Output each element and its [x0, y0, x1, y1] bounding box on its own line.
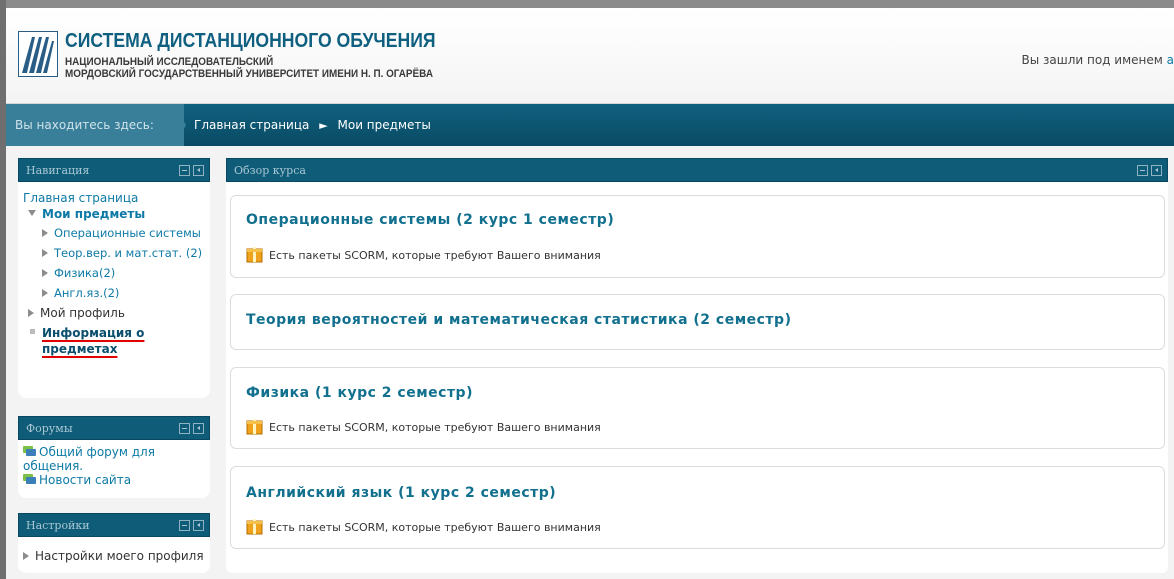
hide-block-icon[interactable]	[1137, 165, 1148, 176]
forum-link[interactable]: Новости сайта	[39, 473, 131, 487]
collapsed-arrow-icon[interactable]	[42, 229, 48, 237]
navigation-tree: Главная страница Мои предметы Операционн…	[18, 182, 210, 365]
dock-block-icon[interactable]	[193, 520, 204, 531]
course-overview-title: Обзор курса	[234, 164, 306, 177]
block-controls	[176, 165, 204, 189]
scorm-notice: Есть пакеты SCORM, которые требуют Вашег…	[246, 418, 601, 435]
breadcrumb-arrow-shape	[174, 104, 186, 146]
site-subtitle: НАЦИОНАЛЬНЫЙ ИССЛЕДОВАТЕЛЬСКИЙ МОРДОВСКИ…	[65, 56, 433, 80]
scorm-notice-text[interactable]: Есть пакеты SCORM, которые требуют Вашег…	[269, 249, 601, 262]
course-overview-panel: Обзор курса Операционные системы (2 курс…	[226, 158, 1168, 573]
expanded-arrow-icon[interactable]	[28, 210, 36, 216]
dock-block-icon[interactable]	[1151, 165, 1162, 176]
bullet-icon	[30, 329, 35, 334]
hide-block-icon[interactable]	[179, 520, 190, 531]
course-card: Операционные системы (2 курс 1 семестр) …	[230, 195, 1165, 278]
course-overview-header: Обзор курса	[226, 158, 1168, 182]
collapsed-arrow-icon[interactable]	[23, 552, 29, 560]
forums-block-title: Форумы	[26, 422, 73, 435]
navigation-block: Навигация Главная страница Мои предметы …	[18, 158, 210, 398]
scorm-notice: Есть пакеты SCORM, которые требуют Вашег…	[246, 518, 601, 535]
course-title-link[interactable]: Операционные системы (2 курс 1 семестр)	[246, 212, 614, 228]
university-logo-icon	[18, 31, 58, 77]
breadcrumb-label: Вы находитесь здесь:	[6, 104, 184, 146]
window-frame-top	[0, 0, 1174, 8]
course-card: Физика (1 курс 2 семестр) Есть пакеты SC…	[230, 367, 1165, 449]
navigation-block-header: Навигация	[18, 158, 210, 182]
breadcrumb-separator-icon: ►	[319, 119, 328, 132]
course-card: Теория вероятностей и математическая ста…	[230, 294, 1165, 350]
scorm-notice-text[interactable]: Есть пакеты SCORM, которые требуют Вашег…	[269, 421, 601, 434]
nav-course-link[interactable]: Теор.вер. и мат.стат. (2)	[54, 246, 202, 260]
forum-link[interactable]: Общий форум для общения.	[23, 445, 155, 473]
hide-block-icon[interactable]	[179, 423, 190, 434]
course-card: Английский язык (1 курс 2 семестр) Есть …	[230, 466, 1165, 549]
scorm-package-icon	[246, 247, 263, 263]
forums-list: Общий форум для общения. Новости сайта	[18, 440, 210, 495]
breadcrumb: Главная страница ► Мои предметы	[194, 104, 431, 147]
collapsed-arrow-icon[interactable]	[42, 249, 48, 257]
block-controls	[176, 423, 204, 447]
breadcrumb-home-link[interactable]: Главная страница	[194, 118, 309, 132]
profile-settings-item[interactable]: Настройки моего профиля	[35, 549, 204, 563]
login-info: Вы зашли под именем а	[1021, 53, 1174, 67]
hide-block-icon[interactable]	[179, 165, 190, 176]
dock-block-icon[interactable]	[193, 165, 204, 176]
forum-icon	[23, 446, 36, 456]
forum-icon	[23, 474, 36, 484]
site-subtitle-line1: НАЦИОНАЛЬНЫЙ ИССЛЕДОВАТЕЛЬСКИЙ	[65, 56, 274, 68]
dock-block-icon[interactable]	[193, 423, 204, 434]
site-header: СИСТЕМА ДИСТАНЦИОННОГО ОБУЧЕНИЯ НАЦИОНАЛ…	[6, 8, 1174, 104]
scorm-package-icon	[246, 419, 263, 435]
course-title-link[interactable]: Физика (1 курс 2 семестр)	[246, 385, 473, 401]
scorm-notice-text[interactable]: Есть пакеты SCORM, которые требуют Вашег…	[269, 521, 601, 534]
login-text: Вы зашли под именем	[1021, 53, 1163, 67]
settings-block-title: Настройки	[26, 519, 90, 532]
nav-home-link[interactable]: Главная страница	[23, 191, 138, 205]
block-controls	[176, 520, 204, 544]
nav-profile-item[interactable]: Мой профиль	[40, 306, 125, 320]
collapsed-arrow-icon[interactable]	[42, 269, 48, 277]
scorm-package-icon	[246, 519, 263, 535]
nav-course-link[interactable]: Англ.яз.(2)	[54, 286, 119, 300]
course-title-link[interactable]: Теория вероятностей и математическая ста…	[246, 312, 791, 328]
course-title-link[interactable]: Английский язык (1 курс 2 семестр)	[246, 485, 556, 501]
nav-courses-list: Операционные системы Теор.вер. и мат.ста…	[42, 225, 205, 301]
navigation-block-title: Навигация	[26, 164, 90, 177]
site-title: СИСТЕМА ДИСТАНЦИОННОГО ОБУЧЕНИЯ	[65, 30, 436, 52]
forums-block: Форумы Общий форум для общения. Новости …	[18, 416, 210, 498]
collapsed-arrow-icon[interactable]	[42, 289, 48, 297]
settings-block-header: Настройки	[18, 513, 210, 537]
scorm-notice: Есть пакеты SCORM, которые требуют Вашег…	[246, 246, 601, 263]
settings-block: Настройки Настройки моего профиля	[18, 513, 210, 573]
breadcrumb-bar: Вы находитесь здесь: Главная страница ► …	[6, 104, 1174, 146]
breadcrumb-current-link[interactable]: Мои предметы	[338, 118, 431, 132]
collapsed-arrow-icon[interactable]	[28, 309, 34, 317]
forums-block-header: Форумы	[18, 416, 210, 440]
nav-info-link[interactable]: Информация о предметах	[42, 326, 144, 356]
block-controls	[1134, 165, 1162, 189]
nav-course-link[interactable]: Физика(2)	[54, 266, 115, 280]
nav-my-courses-link[interactable]: Мои предметы	[42, 207, 145, 221]
site-subtitle-line2: МОРДОВСКИЙ ГОСУДАРСТВЕННЫЙ УНИВЕРСИТЕТ И…	[65, 68, 433, 80]
nav-course-link[interactable]: Операционные системы	[54, 226, 201, 240]
login-user-link[interactable]: а	[1167, 53, 1174, 67]
